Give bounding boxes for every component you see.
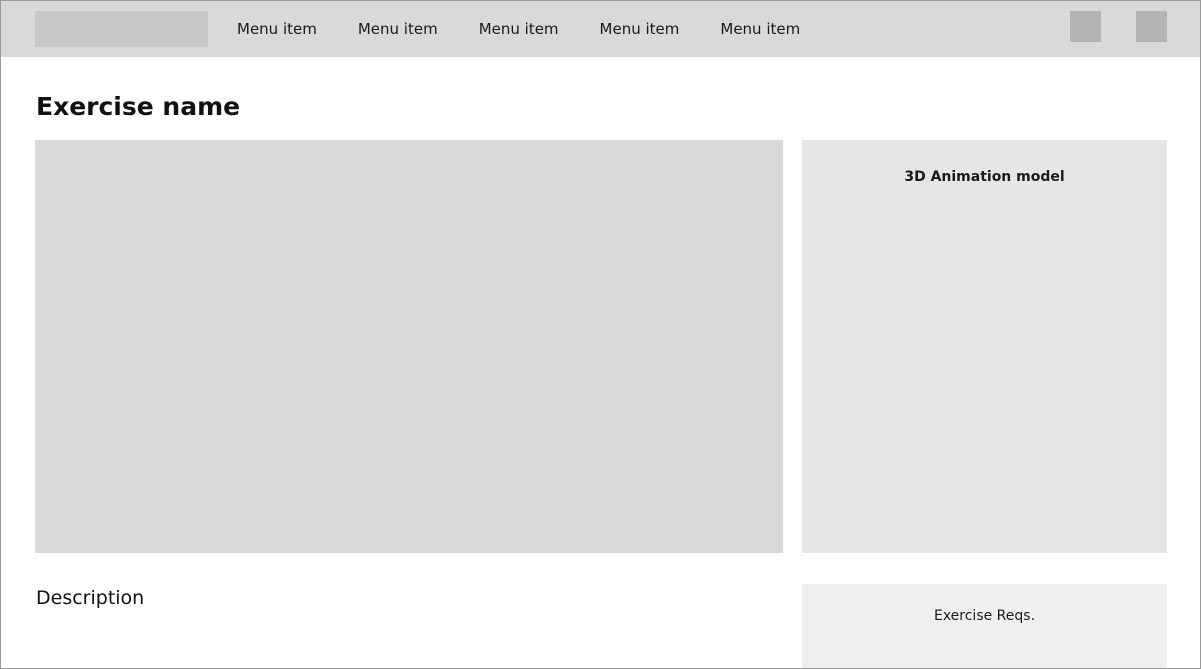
menu-item-1[interactable]: Menu item (237, 20, 317, 38)
description-heading: Description (36, 587, 145, 609)
page-frame: Menu item Menu item Menu item Menu item … (0, 0, 1201, 669)
menu-item-2[interactable]: Menu item (358, 20, 438, 38)
exercise-requirements-label: Exercise Reqs. (933, 608, 1036, 624)
menu-item-3[interactable]: Menu item (479, 20, 559, 38)
top-navbar: Menu item Menu item Menu item Menu item … (1, 1, 1200, 57)
nav-icon-placeholder-2[interactable] (1136, 11, 1167, 42)
animation-model-panel: 3D Animation model (802, 140, 1167, 553)
logo-placeholder[interactable] (35, 11, 208, 47)
main-menu: Menu item Menu item Menu item Menu item … (237, 1, 841, 57)
animation-model-label: 3D Animation model (904, 169, 1065, 185)
page-title: Exercise name (36, 92, 241, 121)
menu-item-4[interactable]: Menu item (600, 20, 680, 38)
nav-icon-placeholder-1[interactable] (1070, 11, 1101, 42)
menu-item-5[interactable]: Menu item (720, 20, 800, 38)
exercise-requirements-panel: Exercise Reqs. (802, 584, 1167, 668)
exercise-media-placeholder (35, 140, 783, 553)
